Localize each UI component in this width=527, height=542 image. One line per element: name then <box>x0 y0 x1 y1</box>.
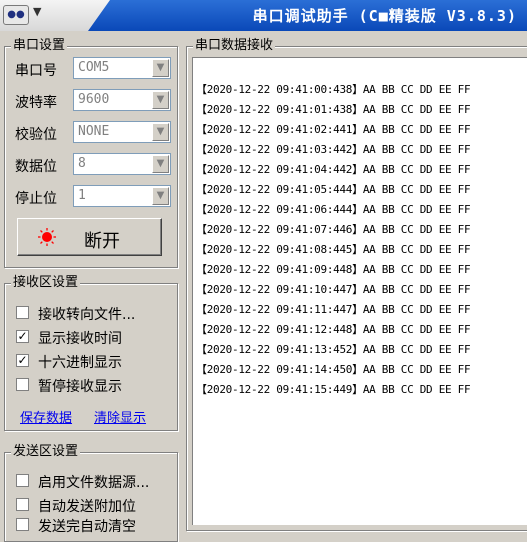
receive-line: 【2020-12-22 09:41:03:442】AA BB CC DD EE … <box>196 143 471 156</box>
receive-line: 【2020-12-22 09:41:00:438】AA BB CC DD EE … <box>196 83 471 96</box>
show-time-label: 显示接收时间 <box>38 331 122 347</box>
receive-line: 【2020-12-22 09:41:01:438】AA BB CC DD EE … <box>196 103 471 116</box>
menu-caret-icon[interactable]: ▼ <box>33 5 41 18</box>
receive-line: 【2020-12-22 09:41:02:441】AA BB CC DD EE … <box>196 123 471 136</box>
send-settings-title: 发送区设置 <box>11 444 81 460</box>
receive-line: 【2020-12-22 09:41:14:450】AA BB CC DD EE … <box>196 363 471 376</box>
recv-to-file-checkbox[interactable] <box>16 306 29 319</box>
databits-label: 数据位 <box>15 159 57 175</box>
show-time-checkbox[interactable]: ✓ <box>16 330 29 343</box>
save-data-link[interactable]: 保存数据 <box>20 407 72 426</box>
receive-line: 【2020-12-22 09:41:04:442】AA BB CC DD EE … <box>196 163 471 176</box>
skin-icon[interactable]: ●● <box>3 5 29 25</box>
parity-value: NONE <box>78 124 110 139</box>
window-title: 串口调试助手 (C■精装版 V3.8.3) <box>252 7 517 25</box>
open-close-button[interactable]: 断开 <box>17 218 162 256</box>
chevron-down-icon[interactable]: ▼ <box>152 59 169 77</box>
receive-line: 【2020-12-22 09:41:13:452】AA BB CC DD EE … <box>196 343 471 356</box>
baud-value: 9600 <box>78 92 110 107</box>
parity-select[interactable]: NONE ▼ <box>73 121 171 143</box>
chevron-down-icon[interactable]: ▼ <box>152 123 169 141</box>
title-bar-menu-area: ●● ▼ <box>0 0 110 31</box>
title-bar: ●● ▼ 串口调试助手 (C■精装版 V3.8.3) <box>0 0 527 31</box>
chevron-down-icon[interactable]: ▼ <box>152 91 169 109</box>
open-close-label: 断开 <box>84 231 120 252</box>
chevron-down-icon[interactable]: ▼ <box>152 155 169 173</box>
lamp-icon <box>38 228 56 246</box>
port-select[interactable]: COM5 ▼ <box>73 57 171 79</box>
databits-select[interactable]: 8 ▼ <box>73 153 171 175</box>
receive-line: 【2020-12-22 09:41:06:444】AA BB CC DD EE … <box>196 203 471 216</box>
clear-display-link[interactable]: 清除显示 <box>94 407 146 426</box>
stopbits-value: 1 <box>78 188 86 203</box>
baud-select[interactable]: 9600 ▼ <box>73 89 171 111</box>
receive-line: 【2020-12-22 09:41:12:448】AA BB CC DD EE … <box>196 323 471 336</box>
receive-line: 【2020-12-22 09:41:08:445】AA BB CC DD EE … <box>196 243 471 256</box>
chevron-down-icon[interactable]: ▼ <box>152 187 169 205</box>
file-source-label: 启用文件数据源... <box>38 475 150 491</box>
hex-display-label: 十六进制显示 <box>38 355 122 371</box>
auto-append-checkbox[interactable] <box>16 498 29 511</box>
port-label: 串口号 <box>15 63 57 79</box>
port-value: COM5 <box>78 60 110 75</box>
file-source-checkbox[interactable] <box>16 474 29 487</box>
receive-line: 【2020-12-22 09:41:05:444】AA BB CC DD EE … <box>196 183 471 196</box>
receive-line: 【2020-12-22 09:41:07:446】AA BB CC DD EE … <box>196 223 471 236</box>
auto-append-label: 自动发送附加位 <box>38 499 136 515</box>
pause-display-checkbox[interactable] <box>16 378 29 391</box>
stopbits-select[interactable]: 1 ▼ <box>73 185 171 207</box>
baud-label: 波特率 <box>15 95 57 111</box>
receive-line: 【2020-12-22 09:41:15:449】AA BB CC DD EE … <box>196 383 471 396</box>
pause-display-label: 暂停接收显示 <box>38 379 122 395</box>
receive-line: 【2020-12-22 09:41:10:447】AA BB CC DD EE … <box>196 283 471 296</box>
auto-clear-label: 发送完自动清空 <box>38 519 136 535</box>
serial-settings-title: 串口设置 <box>11 38 68 54</box>
databits-value: 8 <box>78 156 86 171</box>
stopbits-label: 停止位 <box>15 191 57 207</box>
receive-line: 【2020-12-22 09:41:09:448】AA BB CC DD EE … <box>196 263 471 276</box>
hex-display-checkbox[interactable]: ✓ <box>16 354 29 367</box>
receive-settings-title: 接收区设置 <box>11 275 81 291</box>
receive-text-area[interactable]: 【2020-12-22 09:41:00:438】AA BB CC DD EE … <box>192 57 527 525</box>
recv-to-file-label: 接收转向文件... <box>38 307 136 323</box>
receive-line: 【2020-12-22 09:41:11:447】AA BB CC DD EE … <box>196 303 471 316</box>
receive-panel-title: 串口数据接收 <box>193 38 276 54</box>
parity-label: 校验位 <box>15 127 57 143</box>
